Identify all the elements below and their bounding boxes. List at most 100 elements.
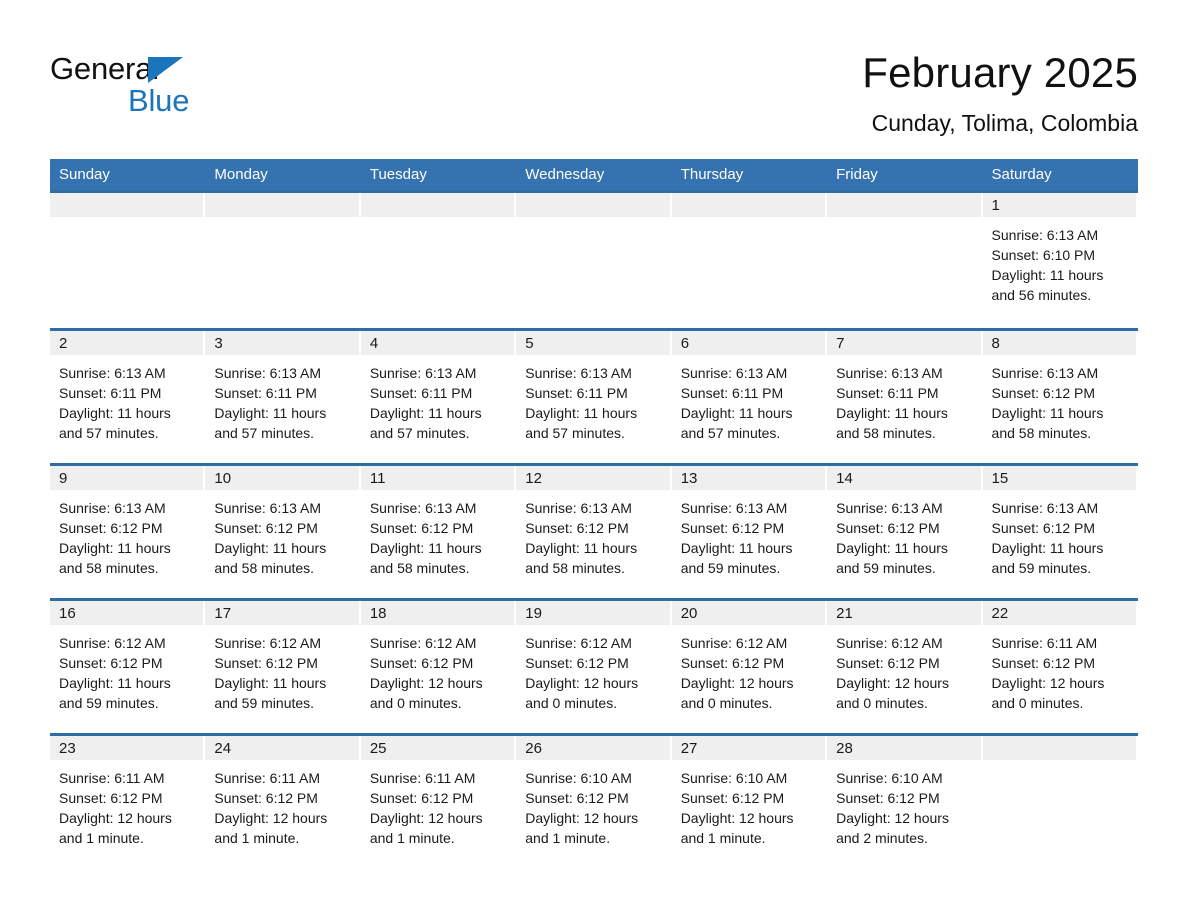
day-cell-inner: 7 Sunrise: 6:13 AM Sunset: 6:11 PM Daylight…	[827, 331, 983, 463]
calendar-day-cell[interactable]: 4 Sunrise: 6:13 AM Sunset: 6:11 PM Daylight…	[360, 328, 517, 465]
day-sun-info: Sunrise: 6:13 AM Sunset: 6:12 PM Daylight:…	[983, 490, 1138, 578]
day-cell-inner: 8 Sunrise: 6:13 AM Sunset: 6:12 PM Daylight…	[982, 331, 1138, 463]
sunrise-text: Sunrise: 6:13 AM	[214, 365, 322, 381]
calendar-day-cell[interactable]: 22 Sunrise: 6:11 AM Sunset: 6:12 PM Dayligh…	[982, 598, 1138, 735]
page-subtitle: Cunday, Tolima, Colombia	[871, 110, 1138, 136]
daylight-text: Daylight: 11 hours and 58 minutes.	[59, 540, 171, 576]
calendar-day-cell[interactable]: 24 Sunrise: 6:11 AM Sunset: 6:12 PM Dayligh…	[205, 733, 361, 868]
sunset-text: Sunset: 6:11 PM	[59, 385, 162, 401]
sunrise-text: Sunrise: 6:13 AM	[369, 365, 477, 381]
day-cell-inner: 11 Sunrise: 6:13 AM Sunset: 6:12 PM Dayligh…	[360, 466, 517, 598]
sunrise-text: Sunrise: 6:11 AM	[369, 770, 476, 786]
calendar-day-cell[interactable]: 26 Sunrise: 6:10 AM Sunset: 6:12 PM Dayligh…	[516, 733, 672, 868]
calendar-day-cell[interactable]: 15 Sunrise: 6:13 AM Sunset: 6:12 PM Dayligh…	[982, 463, 1138, 600]
calendar-day-cell[interactable]: 19 Sunrise: 6:12 AM Sunset: 6:12 PM Dayligh…	[516, 598, 672, 735]
sunset-text: Sunset: 6:12 PM	[59, 655, 163, 671]
day-number: 22	[982, 601, 1138, 625]
calendar-day-cell[interactable]: 7 Sunrise: 6:13 AM Sunset: 6:11 PM Daylight…	[827, 328, 983, 465]
calendar-day-cell[interactable]: 27 Sunrise: 6:10 AM Sunset: 6:12 PM Dayligh…	[671, 733, 828, 868]
calendar-day-cell[interactable]: 17 Sunrise: 6:12 AM Sunset: 6:12 PM Dayligh…	[205, 598, 361, 735]
day-sun-info: Sunrise: 6:12 AM Sunset: 6:12 PM Daylight:…	[205, 625, 360, 713]
calendar-day-cell[interactable]: 6 Sunrise: 6:13 AM Sunset: 6:11 PM Daylight…	[671, 328, 828, 465]
sunrise-text: Sunrise: 6:13 AM	[525, 500, 632, 516]
calendar-day-cell[interactable]: 23 Sunrise: 6:11 AM Sunset: 6:12 PM Dayligh…	[50, 733, 206, 868]
calendar-day-cell-empty	[827, 190, 983, 330]
sunrise-text: Sunrise: 6:10 AM	[680, 770, 788, 786]
daylight-text: Daylight: 11 hours and 59 minutes.	[991, 540, 1104, 576]
day-number: 25	[360, 736, 517, 760]
calendar-day-cell[interactable]: 16 Sunrise: 6:12 AM Sunset: 6:12 PM Dayligh…	[50, 598, 206, 735]
daylight-text: Daylight: 11 hours and 57 minutes.	[369, 405, 482, 441]
calendar-day-cell[interactable]: 14 Sunrise: 6:13 AM Sunset: 6:12 PM Dayligh…	[827, 463, 983, 600]
sunrise-text: Sunrise: 6:13 AM	[991, 500, 1099, 516]
daylight-text: Daylight: 11 hours and 57 minutes.	[59, 405, 171, 441]
calendar-day-cell[interactable]: 9 Sunrise: 6:13 AM Sunset: 6:12 PM Daylight…	[50, 463, 206, 600]
day-sun-info: Sunrise: 6:13 AM Sunset: 6:11 PM Daylight:…	[361, 355, 516, 443]
day-sun-info: Sunrise: 6:13 AM Sunset: 6:12 PM Daylight:…	[672, 490, 827, 578]
day-sun-info: Sunrise: 6:12 AM Sunset: 6:12 PM Daylight:…	[827, 625, 982, 713]
day-number: 15	[982, 466, 1138, 490]
calendar-day-cell[interactable]: 20 Sunrise: 6:12 AM Sunset: 6:12 PM Dayligh…	[671, 598, 828, 735]
calendar-day-cell[interactable]: 8 Sunrise: 6:13 AM Sunset: 6:12 PM Daylight…	[982, 328, 1138, 465]
day-sun-info: Sunrise: 6:13 AM Sunset: 6:11 PM Daylight:…	[516, 355, 671, 443]
day-cell-inner	[982, 736, 1138, 868]
day-sun-info: Sunrise: 6:10 AM Sunset: 6:12 PM Daylight:…	[672, 760, 827, 848]
day-sun-info: Sunrise: 6:13 AM Sunset: 6:12 PM Daylight:…	[827, 490, 982, 578]
calendar-day-cell[interactable]: 1 Sunrise: 6:13 AM Sunset: 6:10 PM Daylight…	[982, 190, 1138, 330]
daylight-text: Daylight: 12 hours and 1 minute.	[214, 810, 328, 846]
calendar-day-cell-empty	[50, 190, 206, 330]
day-number: 27	[671, 736, 828, 760]
logo-triangle-icon	[148, 57, 183, 83]
weekday-header-saturday: Saturday	[982, 159, 1138, 192]
calendar-week-row: 1 Sunrise: 6:13 AM Sunset: 6:10 PM Daylight…	[50, 190, 1138, 330]
day-sun-info: Sunrise: 6:11 AM Sunset: 6:12 PM Daylight:…	[50, 760, 205, 848]
day-sun-info: Sunrise: 6:12 AM Sunset: 6:12 PM Daylight:…	[50, 625, 205, 713]
day-number: 18	[360, 601, 517, 625]
day-sun-info: Sunrise: 6:13 AM Sunset: 6:12 PM Daylight:…	[516, 490, 671, 578]
day-cell-inner: 18 Sunrise: 6:12 AM Sunset: 6:12 PM Dayligh…	[360, 601, 517, 733]
day-cell-inner	[827, 193, 983, 328]
day-cell-inner: 17 Sunrise: 6:12 AM Sunset: 6:12 PM Dayligh…	[205, 601, 361, 733]
sunrise-text: Sunrise: 6:13 AM	[59, 500, 166, 516]
page-header: General Blue February 2025 Cunday, Tolim…	[50, 0, 1138, 146]
day-cell-inner	[50, 193, 206, 328]
calendar-day-cell[interactable]: 10 Sunrise: 6:13 AM Sunset: 6:12 PM Dayligh…	[205, 463, 361, 600]
sunrise-text: Sunrise: 6:12 AM	[369, 635, 477, 651]
day-sun-info: Sunrise: 6:10 AM Sunset: 6:12 PM Daylight:…	[516, 760, 671, 848]
calendar-day-cell[interactable]: 5 Sunrise: 6:13 AM Sunset: 6:11 PM Daylight…	[516, 328, 672, 465]
calendar-day-cell[interactable]: 18 Sunrise: 6:12 AM Sunset: 6:12 PM Dayligh…	[360, 598, 517, 735]
day-cell-inner: 13 Sunrise: 6:13 AM Sunset: 6:12 PM Dayligh…	[671, 466, 828, 598]
calendar-day-cell[interactable]: 2 Sunrise: 6:13 AM Sunset: 6:11 PM Daylight…	[50, 328, 206, 465]
sunset-text: Sunset: 6:12 PM	[991, 520, 1096, 536]
day-number: 5	[516, 331, 672, 355]
sunset-text: Sunset: 6:12 PM	[214, 520, 318, 536]
weekday-header-tuesday: Tuesday	[360, 159, 517, 192]
calendar-day-cell[interactable]: 3 Sunrise: 6:13 AM Sunset: 6:11 PM Daylight…	[205, 328, 361, 465]
day-cell-inner: 21 Sunrise: 6:12 AM Sunset: 6:12 PM Dayligh…	[827, 601, 983, 733]
calendar-day-cell[interactable]: 25 Sunrise: 6:11 AM Sunset: 6:12 PM Dayligh…	[360, 733, 517, 868]
calendar-day-cell[interactable]: 28 Sunrise: 6:10 AM Sunset: 6:12 PM Dayligh…	[827, 733, 983, 868]
day-number	[982, 736, 1138, 760]
sunrise-text: Sunrise: 6:11 AM	[59, 770, 165, 786]
logo-text-general: General	[50, 51, 159, 86]
daylight-text: Daylight: 12 hours and 1 minute.	[59, 810, 172, 846]
sunset-text: Sunset: 6:12 PM	[369, 520, 474, 536]
sunrise-text: Sunrise: 6:13 AM	[214, 500, 322, 516]
daylight-text: Daylight: 12 hours and 0 minutes.	[836, 675, 949, 711]
day-number: 4	[360, 331, 517, 355]
daylight-text: Daylight: 11 hours and 56 minutes.	[991, 267, 1104, 303]
daylight-text: Daylight: 11 hours and 58 minutes.	[214, 540, 327, 576]
calendar-day-cell[interactable]: 12 Sunrise: 6:13 AM Sunset: 6:12 PM Dayligh…	[516, 463, 672, 600]
sunset-text: Sunset: 6:12 PM	[59, 520, 163, 536]
day-sun-info: Sunrise: 6:13 AM Sunset: 6:12 PM Daylight:…	[205, 490, 360, 578]
day-sun-info: Sunrise: 6:11 AM Sunset: 6:12 PM Daylight:…	[361, 760, 516, 848]
day-sun-info: Sunrise: 6:12 AM Sunset: 6:12 PM Daylight:…	[516, 625, 671, 713]
day-number: 24	[205, 736, 361, 760]
calendar-day-cell[interactable]: 11 Sunrise: 6:13 AM Sunset: 6:12 PM Dayligh…	[360, 463, 517, 600]
sunrise-text: Sunrise: 6:13 AM	[991, 227, 1099, 243]
calendar-day-cell[interactable]: 13 Sunrise: 6:13 AM Sunset: 6:12 PM Dayligh…	[671, 463, 828, 600]
day-sun-info: Sunrise: 6:13 AM Sunset: 6:11 PM Daylight:…	[50, 355, 205, 443]
day-sun-info: Sunrise: 6:11 AM Sunset: 6:12 PM Daylight:…	[983, 625, 1138, 713]
calendar-day-cell[interactable]: 21 Sunrise: 6:12 AM Sunset: 6:12 PM Dayligh…	[827, 598, 983, 735]
day-cell-inner: 15 Sunrise: 6:13 AM Sunset: 6:12 PM Dayligh…	[982, 466, 1138, 598]
